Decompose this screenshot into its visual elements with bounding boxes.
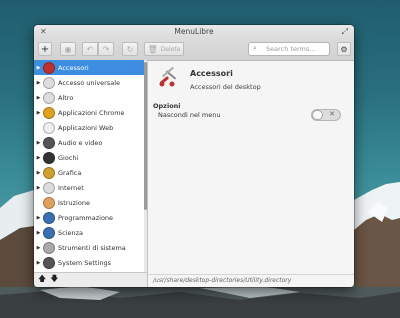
- options-heading: Opzioni: [153, 102, 181, 110]
- settings-button[interactable]: ⚙: [337, 42, 351, 56]
- internet-icon: [43, 181, 55, 194]
- sidebar-item-label: Scienza: [58, 228, 84, 237]
- graphics-icon: [43, 166, 55, 179]
- delete-label: Delete: [160, 45, 181, 53]
- expander-arrow-icon[interactable]: ▶: [34, 110, 43, 116]
- sidebar-item-label: Altro: [58, 93, 74, 102]
- sidebar-item[interactable]: ▶ Accessori: [34, 60, 144, 75]
- revert-button[interactable]: ↻: [122, 42, 138, 56]
- redo-button[interactable]: ↷: [98, 42, 114, 56]
- toolbar: + ◉ ↶ ↷ ↻ 🗑 Delete ⌕ ⚙: [34, 38, 354, 61]
- sidebar-item[interactable]: ▶ Internet: [34, 180, 144, 195]
- expander-arrow-icon[interactable]: ▶: [34, 155, 43, 161]
- category-name[interactable]: Accessori: [190, 69, 233, 78]
- scrollbar-thumb[interactable]: [144, 62, 147, 210]
- sidebar-item-label: Internet: [58, 183, 84, 192]
- education-icon: [43, 196, 55, 209]
- add-icon: +: [40, 43, 50, 55]
- multimedia-icon: [43, 136, 55, 149]
- sidebar-item-label: Applicazioni Web: [58, 123, 114, 132]
- games-icon: [43, 151, 55, 164]
- expander-arrow-icon[interactable]: ▶: [34, 170, 43, 176]
- save-icon: ◉: [64, 44, 72, 54]
- expander-arrow-icon[interactable]: ▶: [34, 185, 43, 191]
- expander-arrow-icon[interactable]: ▶: [34, 95, 43, 101]
- sidebar-item-label: Applicazioni Chrome: [58, 108, 125, 117]
- expander-arrow-icon[interactable]: ▶: [34, 80, 43, 86]
- hide-in-menu-label: Nascondi nel menu: [158, 111, 221, 119]
- add-button[interactable]: +: [38, 42, 52, 56]
- category-comment[interactable]: Accessori del desktop: [190, 83, 261, 91]
- web-apps-icon: [43, 121, 55, 134]
- sidebar-item-label: Giochi: [58, 153, 79, 162]
- redo-icon: ↷: [102, 44, 110, 54]
- sidebar-item-label: Grafica: [58, 168, 82, 177]
- accessories-icon: [43, 61, 55, 74]
- arrow-up-icon[interactable]: 🡅: [38, 273, 46, 287]
- title-bar: ✕ MenuLibre ⤢: [34, 25, 354, 38]
- development-icon: [43, 211, 55, 224]
- expander-arrow-icon[interactable]: ▶: [34, 140, 43, 146]
- sidebar-item[interactable]: ▶ Giochi: [34, 150, 144, 165]
- sidebar-item[interactable]: ▶ Audio e video: [34, 135, 144, 150]
- sidebar-item[interactable]: ▶ Scienza: [34, 225, 144, 240]
- scrollbar[interactable]: [144, 60, 147, 272]
- directory-path: /usr/share/desktop-directories/Utility.d…: [148, 274, 354, 287]
- search-icon: ⌕: [253, 44, 257, 52]
- accessibility-icon: [43, 76, 55, 89]
- save-button[interactable]: ◉: [60, 42, 76, 56]
- undo-button[interactable]: ↶: [82, 42, 98, 56]
- expander-arrow-icon[interactable]: ▶: [34, 260, 43, 266]
- expander-arrow-icon[interactable]: ▶: [34, 65, 43, 71]
- arrow-down-icon[interactable]: 🡇: [50, 273, 58, 287]
- science-icon: [43, 226, 55, 239]
- other-icon: [43, 91, 55, 104]
- trash-icon: 🗑: [147, 44, 158, 54]
- expander-arrow-icon[interactable]: ▶: [34, 245, 43, 251]
- system-tools-icon: [43, 241, 55, 254]
- sidebar-item[interactable]: ▶ Strumenti di sistema: [34, 240, 144, 255]
- sidebar-item[interactable]: ▶ Applicazioni Chrome: [34, 105, 144, 120]
- sidebar-item-label: Istruzione: [58, 198, 90, 207]
- search-input[interactable]: [266, 45, 326, 53]
- sidebar-item-label: Programmazione: [58, 213, 114, 222]
- sidebar-footer: 🡅 🡇: [34, 272, 147, 287]
- menulibre-window: ✕ MenuLibre ⤢ + ◉ ↶ ↷ ↻ 🗑 Delete ⌕ ⚙: [34, 25, 354, 287]
- details-panel: Accessori Accessori del desktop Opzioni …: [148, 60, 354, 287]
- search-box[interactable]: ⌕: [248, 42, 330, 56]
- sidebar-item-label: Accessori: [58, 63, 89, 72]
- expander-arrow-icon[interactable]: ▶: [34, 215, 43, 221]
- maximize-icon[interactable]: ⤢: [342, 27, 348, 37]
- revert-icon: ↻: [126, 44, 134, 54]
- expander-arrow-icon[interactable]: ▶: [34, 230, 43, 236]
- delete-button[interactable]: 🗑 Delete: [144, 42, 184, 56]
- sidebar-item[interactable]: ▶ Accesso universale: [34, 75, 144, 90]
- undo-icon: ↶: [86, 44, 94, 54]
- hide-in-menu-switch[interactable]: ✕: [311, 109, 341, 121]
- sidebar-item[interactable]: ▶ Altro: [34, 90, 144, 105]
- sidebar-item[interactable]: Istruzione: [34, 195, 144, 210]
- window-title: MenuLibre: [174, 27, 214, 36]
- sidebar-item-label: Accesso universale: [58, 78, 121, 87]
- sidebar-item[interactable]: ▶ System Settings: [34, 255, 144, 270]
- category-tree[interactable]: ▶ Accessori ▶ Accesso universale ▶ Altro ▶ Appl…: [34, 60, 144, 272]
- gear-icon: ⚙: [340, 44, 348, 54]
- sidebar-item-label: System Settings: [58, 258, 111, 267]
- sidebar-item-label: Strumenti di sistema: [58, 243, 126, 252]
- sidebar-item[interactable]: ▶ Programmazione: [34, 210, 144, 225]
- category-sidebar: ▶ Accessori ▶ Accesso universale ▶ Altro ▶ Appl…: [34, 60, 148, 287]
- accessories-icon: [159, 66, 177, 87]
- sidebar-item[interactable]: ▶ Grafica: [34, 165, 144, 180]
- close-icon: ✕: [329, 110, 335, 118]
- system-settings-icon: [43, 256, 55, 269]
- switch-knob: [312, 110, 323, 120]
- chrome-icon: [43, 106, 55, 119]
- sidebar-item-label: Audio e video: [58, 138, 103, 147]
- sidebar-item[interactable]: Applicazioni Web: [34, 120, 144, 135]
